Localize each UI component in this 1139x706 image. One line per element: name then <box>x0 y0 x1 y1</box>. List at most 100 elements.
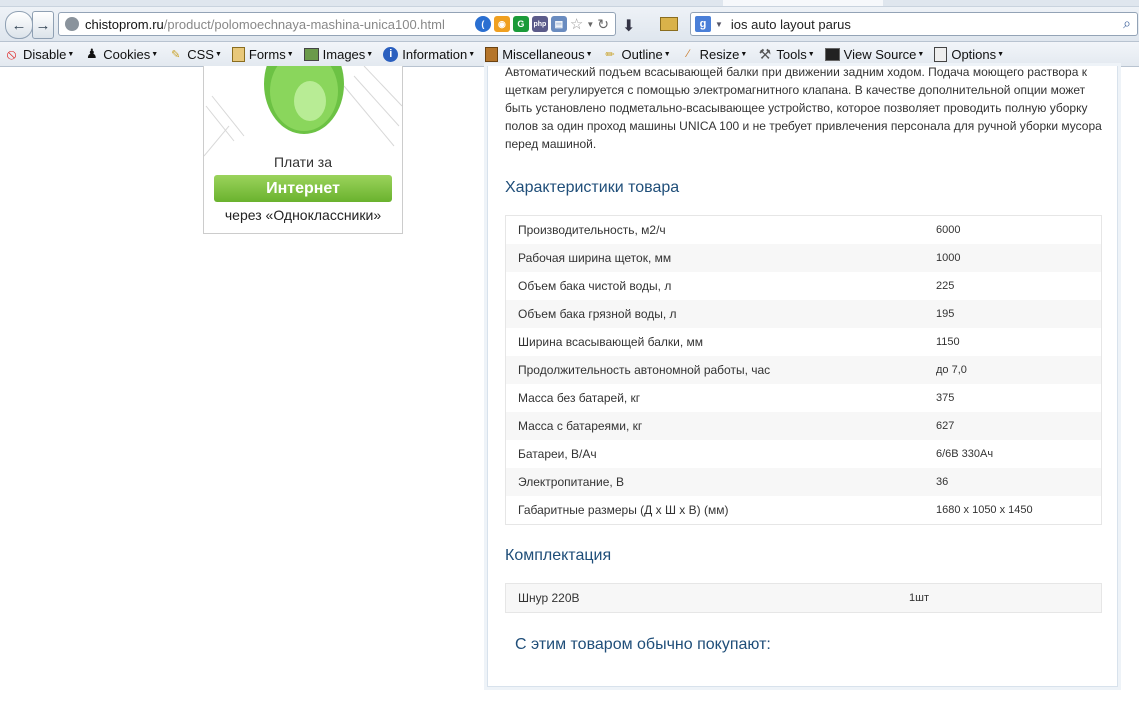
devbar-label: Cookies <box>103 46 151 62</box>
ad-internet-button[interactable]: Интернет <box>214 175 392 202</box>
dropdown-arrow-icon: ▼ <box>663 50 671 58</box>
table-row: Продолжительность автономной работы, час… <box>506 356 1101 384</box>
dropdown-arrow-icon: ▼ <box>214 50 222 58</box>
google-icon[interactable]: g <box>695 16 711 32</box>
spec-value: 6000 <box>936 224 961 236</box>
devbar-label: Outline <box>621 46 663 62</box>
search-engine-dropdown-icon[interactable]: ▼ <box>715 20 723 29</box>
tab[interactable] <box>883 0 1004 6</box>
spec-name: Ширина всасывающей балки, мм <box>518 335 704 349</box>
devbar-disable[interactable]: ⦸ Disable ▼ <box>4 46 75 63</box>
kit-item-name: Шнур 220В <box>518 591 580 605</box>
tab[interactable] <box>523 0 624 6</box>
product-content: Автоматический подъем всасывающей балки … <box>487 65 1118 687</box>
search-input[interactable]: ios auto layout parus <box>731 17 851 32</box>
back-button[interactable]: ← <box>5 11 33 39</box>
navigation-bar: ← → chistoprom.ru/product/polomoechnaya-… <box>0 7 1139 42</box>
devbar-outline[interactable]: ✏ Outline ▼ <box>603 46 671 62</box>
devbar-miscellaneous[interactable]: Miscellaneous ▼ <box>485 46 593 62</box>
devbar-tools[interactable]: ⚒ Tools ▼ <box>757 46 815 62</box>
dropdown-arrow-icon[interactable]: ▼ <box>586 20 594 29</box>
spec-name: Габаритные размеры (Д х Ш х В) (мм) <box>518 503 729 517</box>
reload-icon[interactable]: ↻ <box>597 16 609 33</box>
ad-via-text: через «Одноклассники» <box>224 207 382 223</box>
tab[interactable] <box>28 0 114 6</box>
dropdown-arrow-icon: ▼ <box>997 50 1005 58</box>
dropdown-arrow-icon: ▼ <box>468 50 476 58</box>
clipboard-icon <box>231 46 245 62</box>
tab[interactable] <box>113 0 224 6</box>
spec-name: Электропитание, В <box>518 475 625 489</box>
download-icon[interactable]: ⬇ <box>622 16 635 36</box>
ruler-icon: ∕ <box>687 48 690 60</box>
devbar-view-source[interactable]: View Source ▼ <box>824 47 925 62</box>
bookmark-star-icon[interactable]: ☆ <box>570 15 583 33</box>
devbar-resize[interactable]: ∕ Resize ▼ <box>681 46 747 62</box>
dropdown-arrow-icon: ▼ <box>917 50 925 58</box>
devbar-label: Disable <box>23 46 67 62</box>
kit-title: Комплектация <box>505 547 612 564</box>
table-row: Масса с батареями, кг 627 <box>506 412 1101 440</box>
addon-icon[interactable]: ▤ <box>550 16 567 32</box>
addon-icon[interactable]: ( <box>474 16 491 32</box>
devbar-label: Images <box>322 46 366 62</box>
tab-active[interactable] <box>723 0 884 6</box>
ad-banner[interactable]: Плати за Интернет через «Одноклассники» <box>203 66 403 234</box>
tab[interactable] <box>0 0 29 6</box>
tab[interactable] <box>1003 0 1139 6</box>
spec-value: до 7,0 <box>936 364 967 376</box>
spec-value: 1150 <box>936 336 960 348</box>
spec-name: Объем бака грязной воды, л <box>518 307 677 321</box>
devbar-cookies[interactable]: ♟ Cookies ▼ <box>84 46 159 62</box>
picture-icon <box>303 47 319 61</box>
php-icon[interactable]: php <box>531 16 548 32</box>
table-row: Ширина всасывающей балки, мм 1150 <box>506 328 1101 356</box>
devbar-information[interactable]: i Information ▼ <box>383 46 476 62</box>
specs-title: Характеристики товара <box>505 179 680 196</box>
devbar-images[interactable]: Images ▼ <box>303 46 373 62</box>
spec-value: 36 <box>936 476 949 488</box>
tab[interactable] <box>423 0 524 6</box>
pencil-icon: ✎ <box>171 48 181 61</box>
spec-value: 195 <box>936 308 955 320</box>
bookmarks-icon[interactable] <box>660 17 678 31</box>
table-row: Батареи, В/Ач 6/6В 330Ач <box>506 440 1101 468</box>
url-bar[interactable]: chistoprom.ru/product/polomoechnaya-mash… <box>58 12 616 36</box>
book-icon <box>485 46 499 62</box>
tab[interactable] <box>623 0 724 6</box>
table-row: Шнур 220В 1шт <box>506 584 1101 612</box>
devbar-options[interactable]: Options ▼ <box>934 46 1005 62</box>
spec-value: 1680 х 1050 х 1450 <box>936 504 1033 516</box>
spec-name: Производительность, м2/ч <box>518 223 666 237</box>
url-host: chistoprom.ru <box>85 16 164 32</box>
search-icon[interactable]: ⌕ <box>1123 15 1131 32</box>
spec-value: 225 <box>936 280 955 292</box>
devbar-label: Miscellaneous <box>502 46 585 62</box>
spec-name: Объем бака чистой воды, л <box>518 279 672 293</box>
globe-icon <box>65 17 79 31</box>
devbar-label: Options <box>951 46 997 62</box>
search-bar[interactable]: g ▼ ios auto layout parus ⌕ <box>690 12 1138 36</box>
table-row: Объем бака чистой воды, л 225 <box>506 272 1101 300</box>
forward-button[interactable]: → <box>32 11 54 39</box>
addon-icon[interactable]: G <box>512 16 529 32</box>
pen-icon: ✏ <box>605 48 615 61</box>
tab[interactable] <box>323 0 424 6</box>
dropdown-arrow-icon: ▼ <box>151 50 159 58</box>
table-row: Габаритные размеры (Д х Ш х В) (мм) 1680 … <box>506 496 1101 524</box>
devbar-css[interactable]: ✎ CSS ▼ <box>168 47 222 62</box>
devbar-label: CSS <box>187 46 214 62</box>
spec-value: 375 <box>936 392 955 404</box>
dropdown-arrow-icon: ▼ <box>67 50 75 58</box>
addon-icon[interactable]: ◉ <box>493 16 510 32</box>
tab[interactable] <box>223 0 324 6</box>
person-icon: ♟ <box>85 46 98 61</box>
dropdown-arrow-icon: ▼ <box>585 50 593 58</box>
spec-name: Рабочая ширина щеток, мм <box>518 251 672 265</box>
also-bought-title: С этим товаром обычно покупают: <box>515 636 771 653</box>
table-row: Масса без батарей, кг 375 <box>506 384 1101 412</box>
table-row: Электропитание, В 36 <box>506 468 1101 496</box>
devbar-label: Resize <box>699 46 740 62</box>
devbar-forms[interactable]: Forms ▼ <box>231 46 294 62</box>
spec-name: Масса с батареями, кг <box>518 419 643 433</box>
